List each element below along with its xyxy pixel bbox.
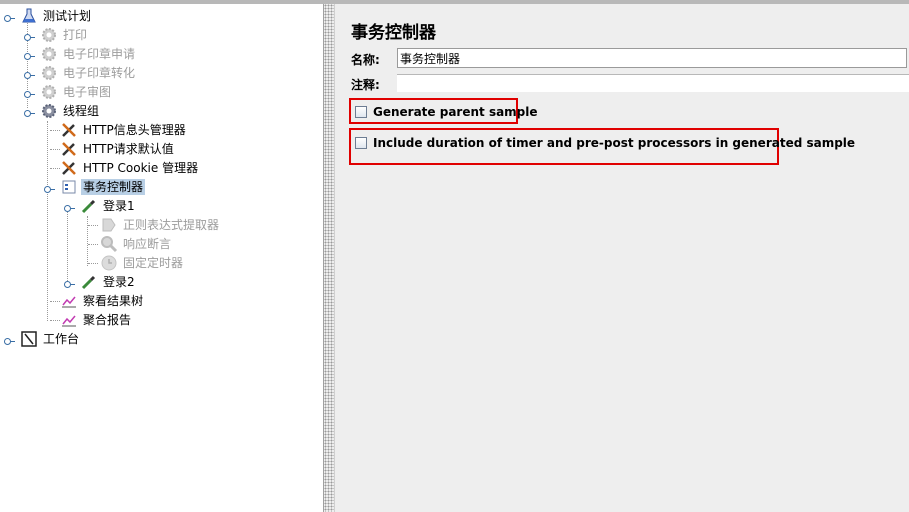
transaction-controller-panel: 事务控制器 名称: 注释: Generate parent sample Inc… <box>334 4 909 512</box>
magnifier-icon <box>100 235 118 253</box>
tree-node-http-cookie-manager[interactable]: HTTP Cookie 管理器 <box>60 158 200 177</box>
expand-toggle-icon[interactable] <box>4 338 15 345</box>
gear-icon <box>40 64 58 82</box>
tree-connector <box>87 216 88 266</box>
tree-connector <box>50 301 60 302</box>
tree-node-regex-extractor[interactable]: 正则表达式提取器 <box>100 215 221 234</box>
graph-icon <box>60 311 78 329</box>
expand-toggle-icon[interactable] <box>44 186 55 193</box>
pipette-icon <box>80 197 98 215</box>
comment-field[interactable] <box>397 74 909 92</box>
tree-node-transaction-controller[interactable]: 事务控制器 <box>60 177 146 196</box>
tree-connector <box>67 210 68 285</box>
name-row: 名称: <box>351 48 909 70</box>
expand-toggle-icon[interactable] <box>24 91 35 98</box>
panel-title: 事务控制器 <box>351 23 436 43</box>
controller-icon <box>60 178 78 196</box>
comment-row: 注释: <box>351 74 909 92</box>
tree-node-test-plan[interactable]: 测试计划 <box>20 6 93 25</box>
tree-connector <box>50 168 60 169</box>
tree-connector <box>50 149 60 150</box>
gear-icon <box>40 26 58 44</box>
gear-icon <box>40 83 58 101</box>
pipette-icon <box>80 273 98 291</box>
tree-connector <box>50 130 60 131</box>
tree-node-view-results-tree[interactable]: 察看结果树 <box>60 291 145 310</box>
tree-node-print[interactable]: 打印 <box>40 25 89 44</box>
tree-node-seal-convert[interactable]: 电子印章转化 <box>40 63 137 82</box>
gear-icon <box>40 102 58 120</box>
workbench-icon <box>20 330 38 348</box>
expand-toggle-icon[interactable] <box>24 110 35 117</box>
tree-connector <box>50 320 60 321</box>
name-label: 名称: <box>351 53 380 67</box>
split-pane-divider[interactable] <box>324 4 334 512</box>
tree-node-seal-apply[interactable]: 电子印章申请 <box>40 44 137 63</box>
tree-connector <box>88 225 98 226</box>
tree-node-workbench[interactable]: 工作台 <box>20 329 81 348</box>
include-duration-label: Include duration of timer and pre-post p… <box>373 136 856 150</box>
include-duration-option[interactable]: Include duration of timer and pre-post p… <box>355 136 855 150</box>
expand-toggle-icon[interactable] <box>24 72 35 79</box>
test-plan-tree[interactable]: 测试计划 打印 电子印章申请 电子印章转化 电子审图 线程组 HTTP信息头管理… <box>0 4 324 512</box>
tree-node-drawing-review[interactable]: 电子审图 <box>40 82 113 101</box>
graph-icon <box>60 292 78 310</box>
tree-connector <box>88 263 98 264</box>
generate-parent-sample-label: Generate parent sample <box>373 105 538 119</box>
extractor-icon <box>100 216 118 234</box>
tree-connector <box>88 244 98 245</box>
wrench-icon <box>60 140 78 158</box>
tree-node-thread-group[interactable]: 线程组 <box>40 101 101 120</box>
expand-toggle-icon[interactable] <box>4 15 15 22</box>
beaker-icon <box>20 7 38 25</box>
expand-toggle-icon[interactable] <box>64 281 75 288</box>
name-field[interactable] <box>397 48 907 68</box>
generate-parent-sample-option[interactable]: Generate parent sample <box>355 105 538 119</box>
expand-toggle-icon[interactable] <box>24 34 35 41</box>
tree-node-http-header-manager[interactable]: HTTP信息头管理器 <box>60 120 188 139</box>
tree-node-constant-timer[interactable]: 固定定时器 <box>100 253 185 272</box>
include-duration-checkbox[interactable] <box>355 137 367 149</box>
tree-connector <box>47 121 48 321</box>
tree-node-login1[interactable]: 登录1 <box>80 196 137 215</box>
tree-node-http-defaults[interactable]: HTTP请求默认值 <box>60 139 176 158</box>
tree-node-response-assertion[interactable]: 响应断言 <box>100 234 173 253</box>
comment-label: 注释: <box>351 78 380 92</box>
timer-icon <box>100 254 118 272</box>
generate-parent-sample-checkbox[interactable] <box>355 106 367 118</box>
expand-toggle-icon[interactable] <box>64 205 75 212</box>
tree-node-login2[interactable]: 登录2 <box>80 272 137 291</box>
expand-toggle-icon[interactable] <box>24 53 35 60</box>
wrench-icon <box>60 159 78 177</box>
wrench-icon <box>60 121 78 139</box>
gear-icon <box>40 45 58 63</box>
tree-node-aggregate-report[interactable]: 聚合报告 <box>60 310 133 329</box>
